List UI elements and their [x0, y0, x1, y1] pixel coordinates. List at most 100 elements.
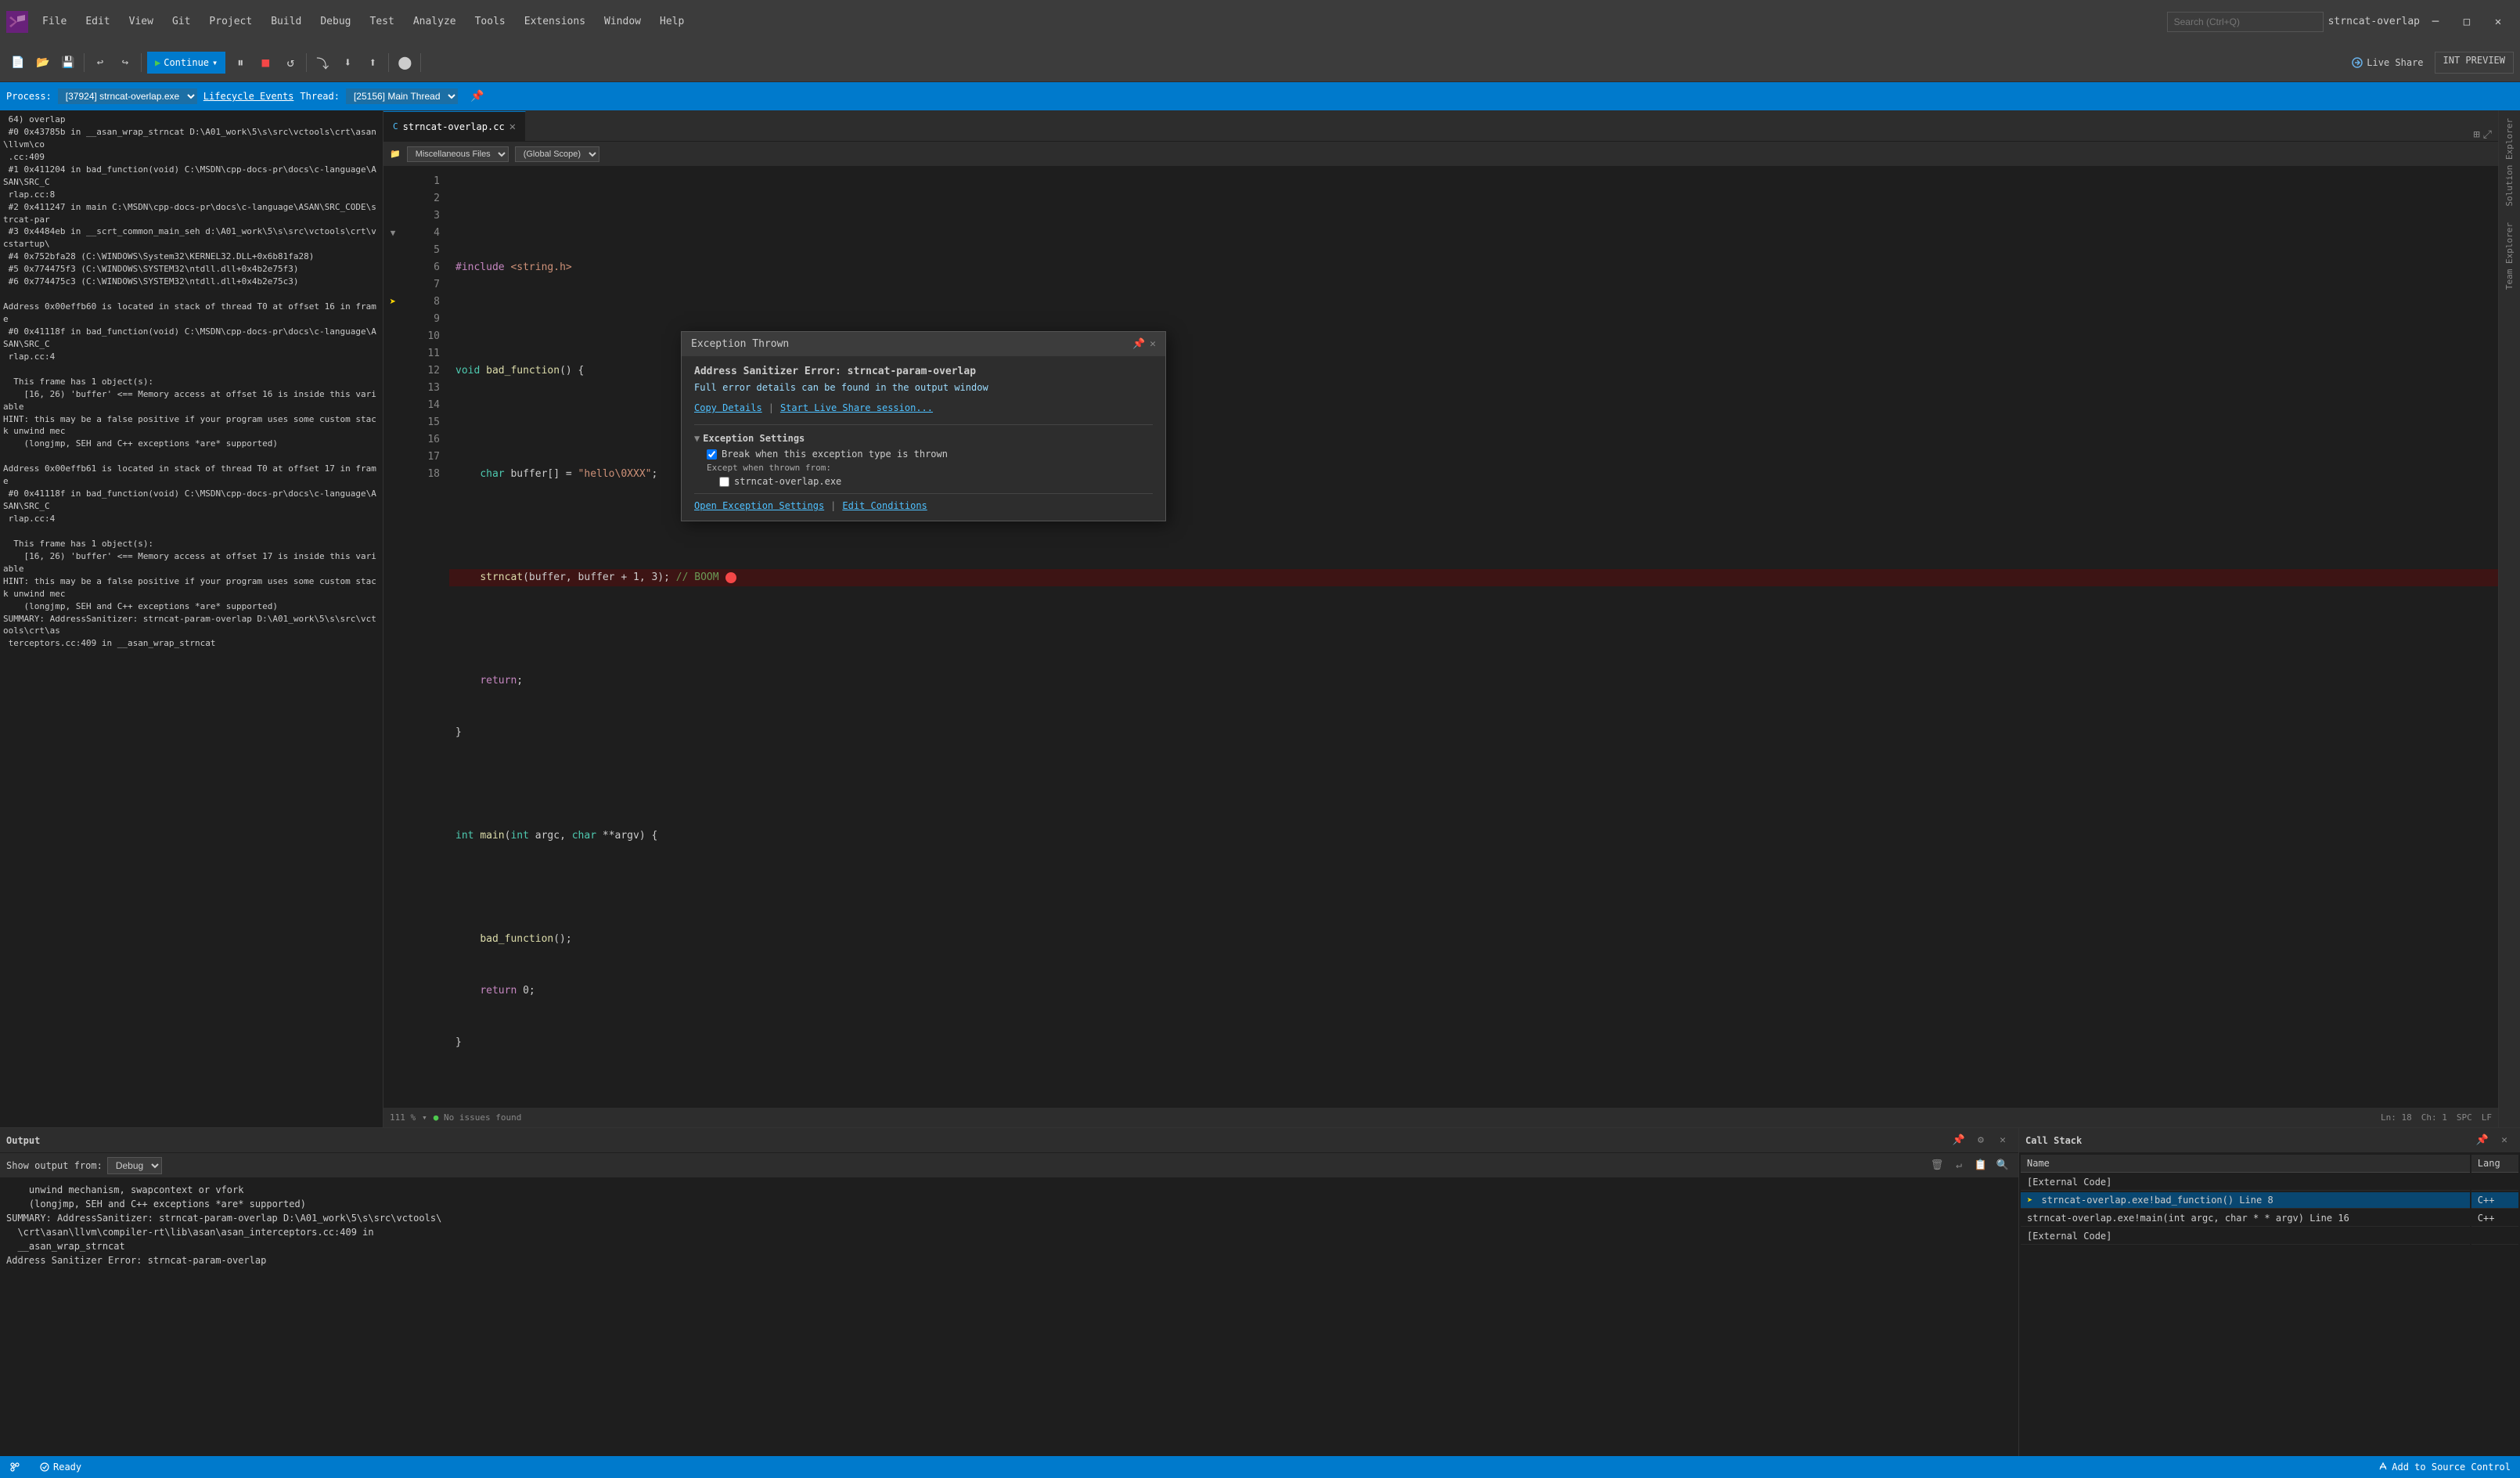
output-toolbar: 📌 ⚙ ✕: [1949, 1131, 2012, 1150]
menu-debug[interactable]: Debug: [312, 13, 358, 31]
cs-name-0: [External Code]: [2021, 1174, 2470, 1191]
exe-checkbox[interactable]: [719, 477, 729, 487]
step-out-btn[interactable]: ⬆: [361, 52, 384, 74]
live-share-button[interactable]: Live Share: [2345, 52, 2429, 74]
menu-build[interactable]: Build: [263, 13, 309, 31]
menu-extensions[interactable]: Extensions: [517, 13, 593, 31]
output-close-btn[interactable]: ✕: [1993, 1131, 2012, 1150]
misc-files-select[interactable]: Miscellaneous Files: [407, 146, 509, 162]
title-bar-left: File Edit View Git Project Build Debug T…: [6, 11, 2167, 33]
sep2: [141, 53, 142, 72]
break-label: Break when this exception type is thrown: [722, 449, 948, 460]
lifecycle-label[interactable]: Lifecycle Events: [203, 91, 294, 102]
output-source-select[interactable]: Debug: [107, 1157, 162, 1174]
editor-expand-btn[interactable]: ⤢: [2483, 128, 2492, 141]
menu-project[interactable]: Project: [201, 13, 260, 31]
gutter-row-6: [383, 259, 402, 276]
solution-explorer-tab[interactable]: Solution Explorer: [2501, 110, 2518, 214]
team-explorer-tab[interactable]: Team Explorer: [2501, 214, 2518, 297]
maximize-button[interactable]: □: [2451, 6, 2482, 38]
redo-btn[interactable]: ↪: [113, 52, 137, 74]
source-control-icon-area[interactable]: [6, 1456, 23, 1478]
exception-close-btn[interactable]: ✕: [1150, 338, 1156, 350]
open-btn[interactable]: 📂: [31, 52, 55, 74]
minimize-button[interactable]: ─: [2420, 6, 2451, 38]
menu-edit[interactable]: Edit: [77, 13, 117, 31]
continue-button[interactable]: ▶ Continue ▾: [147, 52, 225, 74]
copy-details-link[interactable]: Copy Details: [694, 402, 762, 413]
exception-pin-btn[interactable]: 📌: [1132, 338, 1145, 350]
zoom-dropdown[interactable]: ▾: [422, 1112, 427, 1123]
debug-text: 64) overlap #0 0x43785b in __asan_wrap_s…: [3, 114, 380, 650]
output-copy-btn[interactable]: 📋: [1971, 1156, 1990, 1175]
collapse-arrow-icon[interactable]: ▼: [694, 433, 700, 444]
output-wrap-btn[interactable]: ↵: [1949, 1156, 1968, 1175]
save-btn[interactable]: 💾: [56, 52, 80, 74]
restart-btn[interactable]: ↺: [279, 52, 302, 74]
breakpoint-btn[interactable]: ⬤: [393, 52, 416, 74]
gutter: ▼ ➤: [383, 167, 402, 1107]
break-checkbox[interactable]: [707, 449, 717, 460]
line-num-2: 2: [418, 190, 440, 207]
step-into-btn[interactable]: ⬇: [336, 52, 359, 74]
call-stack-row-0[interactable]: [External Code]: [2021, 1174, 2518, 1191]
close-button[interactable]: ✕: [2482, 6, 2514, 38]
output-search-btn[interactable]: 🔍: [1993, 1156, 2012, 1175]
thread-select[interactable]: [25156] Main Thread: [346, 88, 458, 104]
menu-window[interactable]: Window: [596, 13, 649, 31]
live-share-session-link[interactable]: Start Live Share session...: [780, 402, 933, 413]
editor-info: Ln: 18 Ch: 1 SPC LF: [2381, 1112, 2492, 1123]
output-clear-btn[interactable]: 🗑: [1928, 1156, 1946, 1175]
zoom-level[interactable]: 111 %: [390, 1112, 416, 1123]
pause-btn[interactable]: ⏸: [229, 52, 252, 74]
call-stack-close-btn[interactable]: ✕: [2495, 1131, 2514, 1150]
menu-analyze[interactable]: Analyze: [405, 13, 464, 31]
scope-select[interactable]: (Global Scope): [515, 146, 599, 162]
gutter-collapse-4[interactable]: ▼: [383, 225, 402, 242]
source-control-btn[interactable]: Add to Source Control: [2374, 1456, 2514, 1478]
tab-strncat[interactable]: C strncat-overlap.cc ✕: [383, 111, 526, 141]
output-panel-header: Output 📌 ⚙ ✕: [0, 1128, 2018, 1153]
undo-btn[interactable]: ↩: [88, 52, 112, 74]
int-preview-button[interactable]: INT PREVIEW: [2435, 52, 2514, 74]
tab-close-button[interactable]: ✕: [509, 121, 516, 133]
code-content[interactable]: #include <string.h> void bad_function ()…: [449, 167, 2498, 1107]
new-file-btn[interactable]: 📄: [6, 52, 30, 74]
debug-output-panel[interactable]: 64) overlap #0 0x43785b in __asan_wrap_s…: [0, 110, 383, 1127]
step-over-btn[interactable]: ⤵: [311, 52, 334, 74]
col-name-header: Name: [2021, 1155, 2470, 1173]
output-pin-btn[interactable]: 📌: [1949, 1131, 1968, 1150]
open-exception-settings-link[interactable]: Open Exception Settings: [694, 500, 824, 511]
search-input[interactable]: [2167, 12, 2324, 32]
edit-conditions-link[interactable]: Edit Conditions: [842, 500, 927, 511]
show-output-label: Show output from:: [6, 1160, 103, 1171]
code-editor[interactable]: ▼ ➤ 1 2 3 4 5 6 7 8 9 10 11 12 13 1: [383, 167, 2498, 1107]
menu-help[interactable]: Help: [652, 13, 692, 31]
menu-tools[interactable]: Tools: [467, 13, 513, 31]
error-dot-icon: [725, 572, 736, 583]
editor-split-btn[interactable]: ⊞: [2473, 128, 2479, 141]
call-stack-row-3[interactable]: [External Code]: [2021, 1228, 2518, 1245]
menu-test[interactable]: Test: [362, 13, 402, 31]
output-settings-btn[interactable]: ⚙: [1971, 1131, 1990, 1150]
line-num-7: 7: [418, 276, 440, 294]
menu-view[interactable]: View: [121, 13, 161, 31]
process-select[interactable]: [37924] strncat-overlap.exe: [58, 88, 197, 104]
output-content[interactable]: unwind mechanism, swapcontext or vfork (…: [0, 1178, 2018, 1456]
code-line-14: [449, 879, 2498, 896]
pin-icon[interactable]: 📌: [470, 90, 484, 103]
stop-btn[interactable]: ■: [254, 52, 277, 74]
code-line-11: }: [449, 724, 2498, 741]
menu-git[interactable]: Git: [164, 13, 198, 31]
code-line-18: [449, 1086, 2498, 1103]
menu-file[interactable]: File: [34, 13, 74, 31]
output-text: unwind mechanism, swapcontext or vfork (…: [6, 1183, 2012, 1267]
call-stack-pin-btn[interactable]: 📌: [2473, 1131, 2492, 1150]
exception-footer: Open Exception Settings | Edit Condition…: [694, 493, 1153, 511]
continue-dropdown-icon[interactable]: ▾: [212, 57, 218, 68]
call-stack-row-2[interactable]: strncat-overlap.exe!main(int argc, char …: [2021, 1210, 2518, 1227]
cs-lang-2: C++: [2471, 1210, 2518, 1227]
call-stack-row-1[interactable]: ➤ strncat-overlap.exe!bad_function() Lin…: [2021, 1192, 2518, 1209]
call-stack-table: Name Lang [External Code] ➤ strncat-over…: [2019, 1153, 2520, 1246]
call-stack-content[interactable]: Name Lang [External Code] ➤ strncat-over…: [2019, 1153, 2520, 1456]
